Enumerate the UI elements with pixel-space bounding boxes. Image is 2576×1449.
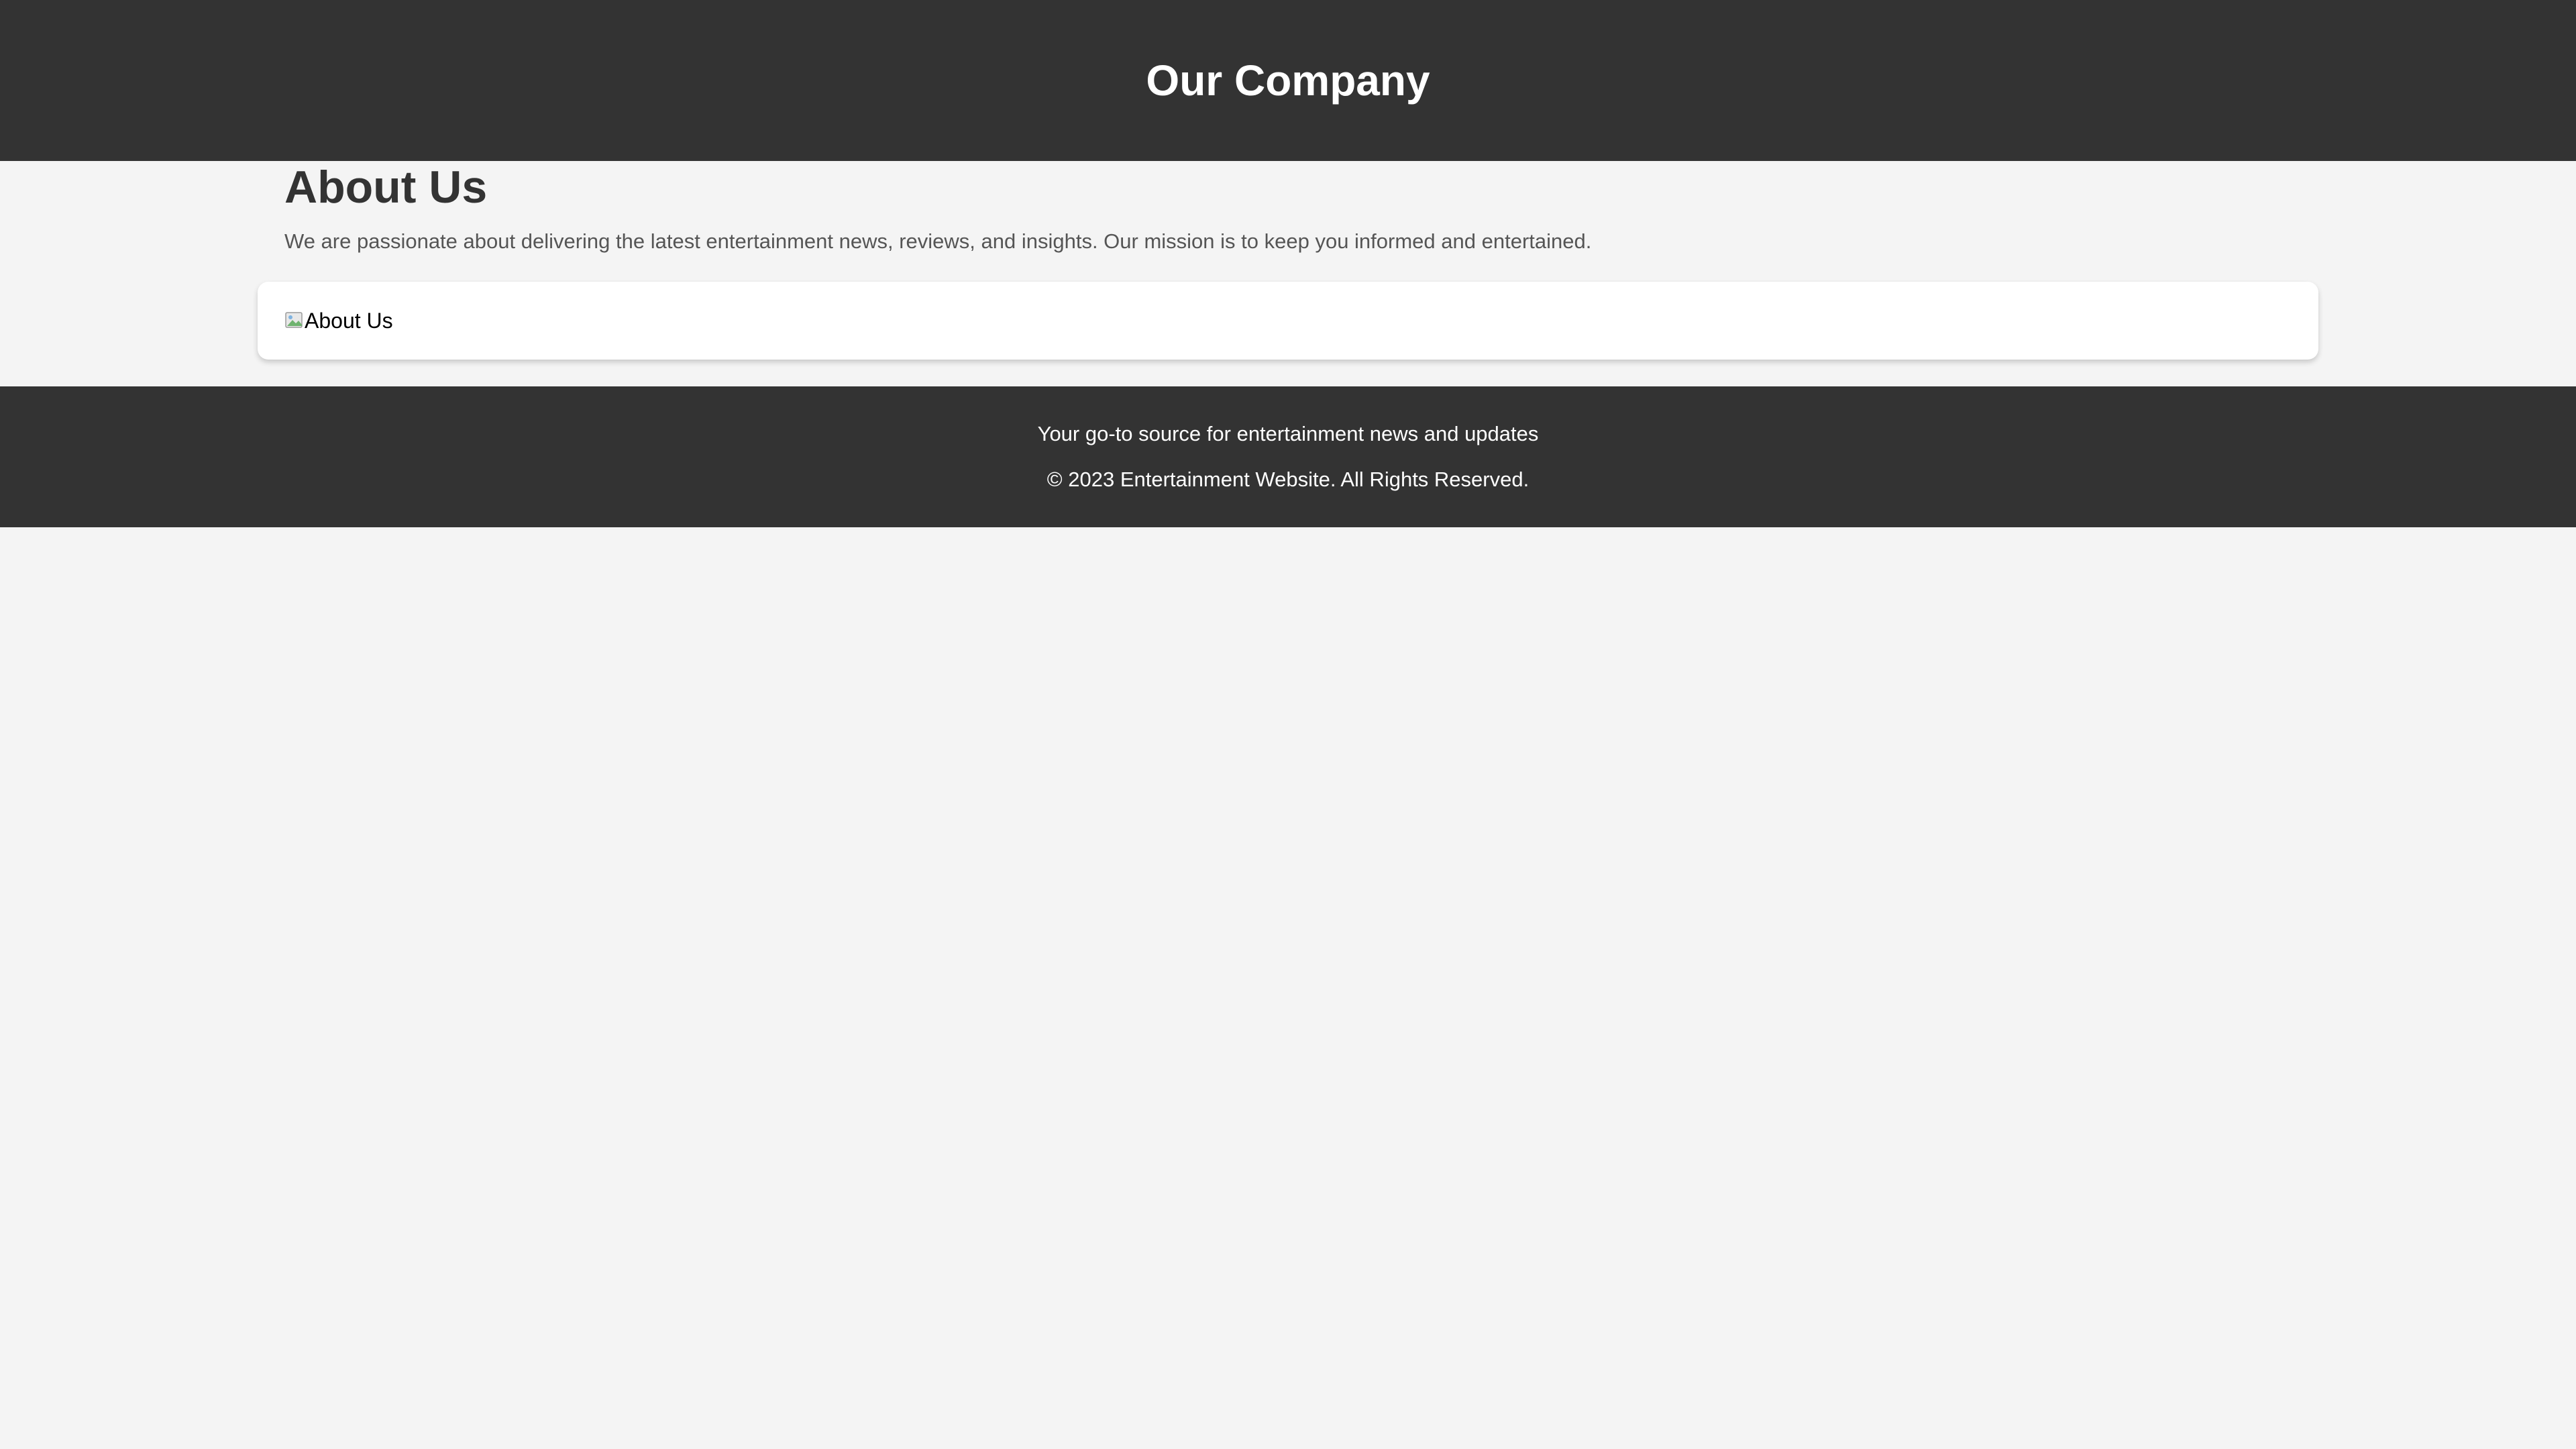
site-title: Our Company (1146, 56, 1430, 105)
broken-image-icon (284, 311, 305, 331)
about-section: About Us We are passionate about deliver… (258, 161, 2318, 255)
footer-copyright: © 2023 Entertainment Website. All Rights… (1046, 468, 1529, 491)
site-footer: Your go-to source for entertainment news… (0, 386, 2576, 527)
about-image-card: About Us (258, 282, 2318, 360)
about-image: About Us (284, 309, 393, 333)
main-content: About Us We are passionate about deliver… (258, 161, 2318, 360)
about-image-alt-text: About Us (305, 308, 393, 333)
about-description: We are passionate about delivering the l… (284, 229, 1592, 253)
footer-tagline: Your go-to source for entertainment news… (1037, 422, 1539, 445)
about-heading: About Us (284, 162, 488, 213)
site-header: Our Company (0, 0, 2576, 161)
